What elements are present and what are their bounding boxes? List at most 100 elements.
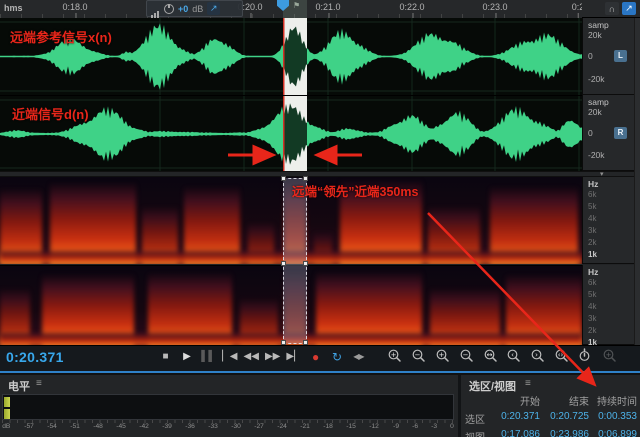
vertical-scrollbar[interactable] (634, 18, 640, 345)
meter-tick-label: -27 (254, 423, 264, 430)
gain-unit: dB (192, 4, 203, 14)
selection-handle[interactable] (281, 340, 286, 345)
skip-selection-button[interactable]: ◀▶ (349, 348, 368, 366)
zoom-in-vertical-button[interactable]: + (386, 347, 403, 364)
level-meter (2, 394, 454, 420)
freq-tick: 2k (588, 326, 597, 336)
ruler-tick: 0:22.0 (399, 2, 424, 12)
zoom-out-horizontal-button[interactable]: − (458, 347, 475, 364)
pin-icon[interactable]: ↗ (622, 2, 636, 15)
row-label-selection: 选区 (465, 411, 491, 426)
selection-handle[interactable] (281, 176, 286, 181)
rewind-button[interactable]: ◀◀ (242, 348, 261, 366)
svg-text:+: + (438, 351, 444, 359)
annotation-far-end-label: 远端参考信号x(n) (10, 27, 112, 46)
svg-text:−: − (414, 351, 420, 359)
selection-duration[interactable]: 0:00.353 (589, 411, 637, 426)
gain-knob-icon[interactable] (164, 4, 174, 14)
levels-panel: 电平 ≡ dB-57-54-51-48-45-42-39-36-33-30-27… (0, 375, 458, 437)
channel-badge-left[interactable]: L (614, 50, 627, 62)
play-button[interactable]: ▶ (177, 348, 196, 366)
fast-forward-button[interactable]: ▶▶ (263, 348, 282, 366)
view-start[interactable]: 0:17.086 (491, 429, 540, 437)
levels-panel-title[interactable]: 电平 (8, 378, 30, 394)
meter-tick-label: -3 (431, 423, 437, 430)
meter-tick-label: 0 (450, 423, 454, 430)
view-duration[interactable]: 0:06.899 (589, 429, 637, 437)
levels-icon (151, 0, 160, 18)
zoom-in-left-edge-button[interactable]: ‹ (505, 347, 522, 364)
meter-tick-label: -54 (47, 423, 57, 430)
frequency-scale-spec2: Hz 6k 5k 4k 3k 2k 1k (582, 265, 634, 345)
selection-view-title[interactable]: 选区/视图 (469, 378, 516, 394)
stop-button[interactable]: ■ (156, 348, 175, 366)
amplitude-scale-track2: samp 20k 0 -20k R (582, 95, 634, 171)
selection-handle[interactable] (303, 340, 308, 345)
freq-tick: 3k (588, 226, 597, 236)
headphones-icon[interactable]: ∩ (605, 2, 619, 15)
chevron-down-icon[interactable]: ▾ (600, 170, 604, 178)
loop-playback-button[interactable]: ↻ (328, 348, 347, 366)
meter-tick-label: -24 (277, 423, 287, 430)
timeline-ruler[interactable]: hms 0:18.0 0:20.0 0:21.0 0:22.0 0:23.0 0… (0, 0, 582, 19)
selection-view-panel: 选区/视图 ≡ 开始 结束 持续时间 选区 0:20.371 0:20.725 … (461, 375, 640, 437)
meter-tick-label: -33 (208, 423, 218, 430)
ruler-tick: 0:2 (572, 2, 582, 12)
zoom-in-right-edge-button[interactable]: › (529, 347, 546, 364)
time-display[interactable]: 0:20.371 (6, 349, 64, 365)
zoom-out-vertical-button[interactable]: − (410, 347, 427, 364)
annotation-delay-note: 远端“领先”近端350ms (292, 181, 418, 200)
timer-button[interactable] (577, 347, 594, 364)
audio-editor-window: hms 0:18.0 0:20.0 0:21.0 0:22.0 0:23.0 0… (0, 0, 640, 437)
freq-tick: 5k (588, 290, 597, 300)
volume-hud[interactable]: +0 dB ↗ (146, 0, 243, 17)
scale-unit: Hz (588, 179, 598, 189)
skip-to-end-button[interactable]: ▶▏ (285, 348, 304, 366)
pause-button[interactable]: ▌▌ (199, 348, 218, 366)
transport-buttons: ■ ▶ ▌▌ ▏◀ ◀◀ ▶▶ ▶▏ ● ↻ ◀▶ (156, 348, 368, 366)
meter-tick-label: -51 (70, 423, 80, 430)
freq-tick: 1k (588, 250, 597, 260)
gain-value[interactable]: +0 (178, 4, 188, 14)
channel-badge-right[interactable]: R (614, 127, 627, 139)
selection-start[interactable]: 0:20.371 (491, 411, 540, 426)
selection-end[interactable]: 0:20.725 (540, 411, 589, 426)
meter-tick-label: -18 (324, 423, 334, 430)
zoom-reset-button[interactable]: + (601, 347, 618, 364)
meter-bar-left (4, 397, 10, 407)
selection-handle[interactable] (281, 261, 286, 266)
scale-unit: Hz (588, 267, 598, 277)
scale-max: 20k (588, 107, 602, 117)
svg-text:›: › (535, 351, 538, 359)
view-end[interactable]: 0:23.986 (540, 429, 589, 437)
zoom-in-horizontal-button[interactable]: + (434, 347, 451, 364)
zoom-navigate-button[interactable]: ↔ (482, 347, 499, 364)
selection-handle[interactable] (303, 261, 308, 266)
meter-tick-label: -57 (24, 423, 34, 430)
zoom-to-selection-button[interactable]: ‹› (553, 347, 570, 364)
meter-tick-label: -48 (93, 423, 103, 430)
frequency-scale-spec1: Hz 6k 5k 4k 3k 2k 1k (582, 177, 634, 264)
meter-tick-label: -36 (185, 423, 195, 430)
record-button[interactable]: ● (306, 348, 325, 366)
marker-flag-icon[interactable]: ⚑ (293, 1, 300, 10)
ruler-tick: 0:23.0 (482, 2, 507, 12)
column-duration: 持续时间 (589, 393, 637, 408)
column-start: 开始 (491, 393, 540, 408)
freq-tick: 2k (588, 238, 597, 248)
scale-mid: 0 (588, 128, 593, 138)
meter-bar-right (4, 409, 10, 419)
panel-menu-icon[interactable]: ≡ (36, 378, 42, 389)
freq-tick: 6k (588, 190, 597, 200)
meter-tick-label: -30 (231, 423, 241, 430)
row-label-view: 视图 (465, 429, 491, 437)
column-end: 结束 (540, 393, 589, 408)
panel-menu-icon[interactable]: ≡ (525, 378, 531, 389)
meter-tick-label: -39 (162, 423, 172, 430)
svg-text:↔: ↔ (486, 351, 492, 359)
meter-tick-label: -6 (412, 423, 418, 430)
ruler-corner-toolbar: ∩ ↗ (582, 0, 640, 18)
hud-pin-icon[interactable]: ↗ (207, 2, 220, 15)
meter-tick-label: -9 (393, 423, 399, 430)
skip-to-start-button[interactable]: ▏◀ (220, 348, 239, 366)
